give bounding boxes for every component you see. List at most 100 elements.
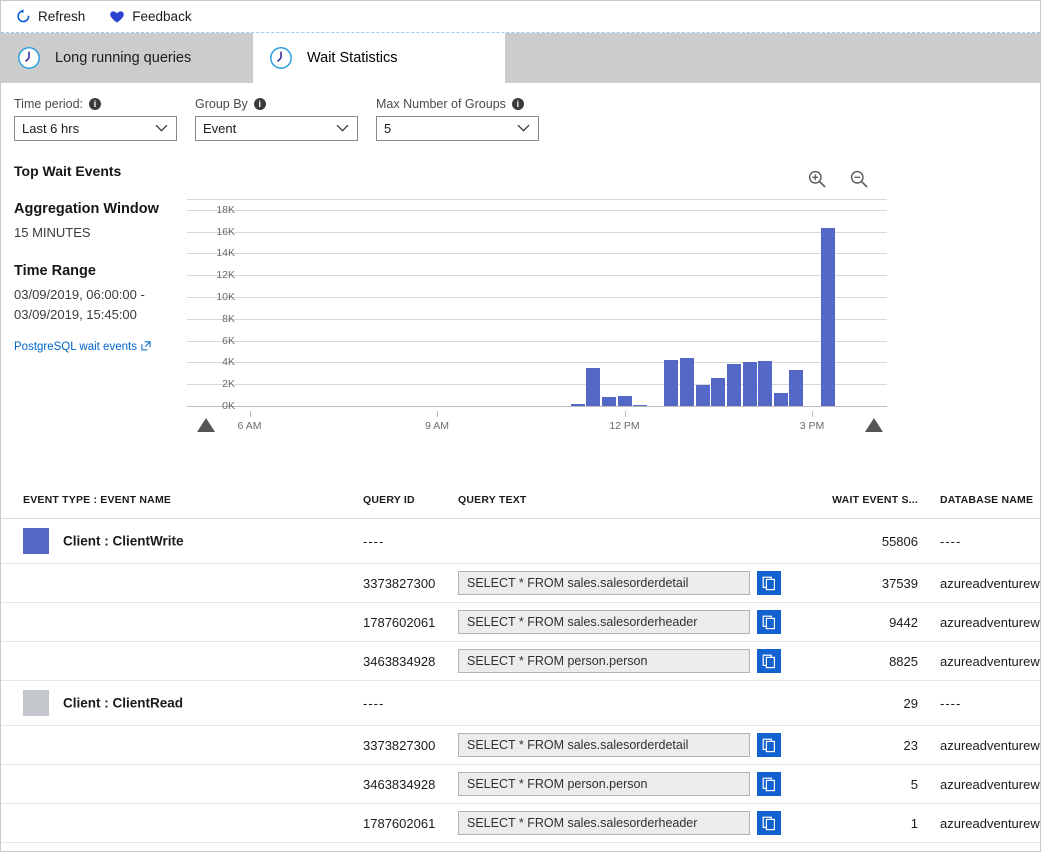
cell-query-text	[458, 518, 788, 564]
wait-statistics-page: Refresh Feedback Long running queries Wa…	[0, 0, 1041, 852]
chart-bar[interactable]	[570, 404, 585, 406]
table-row[interactable]: 3463834928 SELECT * FROM person.person 882…	[1, 641, 1040, 681]
column-header-query-id[interactable]: QUERY ID	[363, 482, 458, 519]
chart-bar[interactable]	[711, 377, 726, 406]
table-row[interactable]: Client : ClientRead ---- 29 ----	[1, 680, 1040, 726]
chart-bar[interactable]	[742, 361, 757, 406]
refresh-button[interactable]: Refresh	[15, 1, 97, 32]
cell-query-id: 1787602061	[363, 602, 458, 642]
x-axis-tick	[812, 411, 813, 417]
time-period-value: Last 6 hrs	[22, 121, 80, 136]
cell-event	[1, 803, 363, 843]
max-groups-select[interactable]: 5	[376, 116, 539, 141]
tab-wait-statistics[interactable]: Wait Statistics	[253, 33, 505, 83]
time-range-value: 03/09/2019, 06:00:00 - 03/09/2019, 15:45…	[14, 286, 145, 322]
zoom-in-icon[interactable]	[807, 169, 827, 189]
cell-query-text: SELECT * FROM sales.salesorderdetail	[458, 563, 788, 603]
range-handle-left[interactable]	[197, 418, 215, 432]
column-header-database-name[interactable]: DATABASE NAME	[940, 482, 1040, 519]
chart-bar[interactable]	[633, 405, 648, 406]
postgresql-wait-events-link[interactable]: PostgreSQL wait events	[14, 341, 151, 354]
column-header-wait-event-s[interactable]: WAIT EVENT S...	[788, 482, 940, 519]
chart-info-panel: Top Wait Events Aggregation Window 15 MI…	[14, 163, 179, 354]
table-row[interactable]: 3373827300 SELECT * FROM sales.salesorder…	[1, 725, 1040, 765]
filter-group-by: Group By i Event	[195, 97, 358, 141]
info-icon[interactable]: i	[89, 98, 102, 110]
info-icon[interactable]: i	[511, 98, 524, 110]
refresh-label: Refresh	[38, 9, 86, 24]
info-icon[interactable]: i	[253, 98, 266, 110]
chart-bar[interactable]	[773, 392, 788, 406]
query-text-field[interactable]: SELECT * FROM sales.salesorderheader	[458, 610, 750, 634]
cell-event	[1, 563, 363, 603]
group-by-select[interactable]: Event	[195, 116, 358, 141]
cell-wait-event-seconds: 9442	[788, 602, 940, 642]
table-row[interactable]: 3373827300 SELECT * FROM sales.salesorder…	[1, 563, 1040, 603]
command-bar: Refresh Feedback	[1, 1, 1040, 32]
feedback-button[interactable]: Feedback	[109, 1, 203, 32]
query-text-field[interactable]: SELECT * FROM person.person	[458, 649, 750, 673]
clock-icon	[17, 46, 41, 70]
x-axis-tick-label: 6 AM	[237, 420, 262, 432]
chart-bar[interactable]	[617, 395, 632, 406]
database-name-text: azureadventurewor...	[940, 815, 1040, 831]
column-header-event[interactable]: EVENT TYPE : EVENT NAME	[1, 482, 363, 519]
time-period-select[interactable]: Last 6 hrs	[14, 116, 177, 141]
chevron-down-icon	[336, 120, 349, 135]
chart-bar[interactable]	[680, 358, 694, 406]
cell-query-text	[458, 680, 788, 726]
zoom-out-icon[interactable]	[849, 169, 869, 189]
copy-icon[interactable]	[757, 733, 781, 757]
table-row[interactable]: 1787602061 SELECT * FROM sales.salesorder…	[1, 803, 1040, 843]
query-text-field[interactable]: SELECT * FROM sales.salesorderheader	[458, 811, 750, 835]
cell-database-name: azureadventurewor...	[940, 725, 1040, 765]
chart-bar[interactable]	[789, 369, 804, 406]
page-title: Top Wait Events	[14, 163, 122, 179]
copy-icon[interactable]	[757, 649, 781, 673]
chart-bar[interactable]	[726, 363, 741, 406]
copy-icon[interactable]	[757, 772, 781, 796]
cell-wait-event-seconds: 55806	[788, 518, 940, 564]
group-by-label-row: Group By i	[195, 97, 358, 111]
time-range-heading: Time Range	[14, 262, 96, 279]
chart-bar[interactable]	[664, 360, 679, 406]
chart-bar[interactable]	[758, 360, 773, 406]
external-link-icon	[141, 341, 151, 354]
query-text-group: SELECT * FROM person.person	[458, 772, 788, 796]
range-handle-right[interactable]	[865, 418, 883, 432]
table-row[interactable]: 1787602061 SELECT * FROM sales.salesorder…	[1, 602, 1040, 642]
group-by-value: Event	[203, 121, 237, 136]
cell-query-id: 3463834928	[363, 641, 458, 681]
group-by-label: Group By	[195, 97, 248, 111]
cell-query-id: 1787602061	[363, 803, 458, 843]
max-groups-value: 5	[384, 121, 392, 136]
column-header-query-text[interactable]: QUERY TEXT	[458, 482, 788, 519]
table-row[interactable]: 3463834928 SELECT * FROM person.person 5 az…	[1, 764, 1040, 804]
copy-icon[interactable]	[757, 571, 781, 595]
aggregation-window-value: 15 MINUTES	[14, 225, 91, 240]
x-axis-tick	[437, 411, 438, 417]
copy-icon[interactable]	[757, 811, 781, 835]
copy-icon[interactable]	[757, 610, 781, 634]
tab-long-running-queries[interactable]: Long running queries	[1, 33, 253, 83]
query-text-field[interactable]: SELECT * FROM sales.salesorderdetail	[458, 733, 750, 757]
query-text-field[interactable]: SELECT * FROM sales.salesorderdetail	[458, 571, 750, 595]
chart-bar[interactable]	[601, 396, 616, 406]
cell-query-text: SELECT * FROM person.person	[458, 641, 788, 681]
chart-bar[interactable]	[820, 228, 835, 406]
cell-event	[1, 641, 363, 681]
query-text-field[interactable]: SELECT * FROM person.person	[458, 772, 750, 796]
chart-bar[interactable]	[586, 368, 601, 406]
cell-wait-event-seconds: 29	[788, 680, 940, 726]
chart-plot-area: 0K 2K 4K 6K 8K 10K 12K 14K 16K 18K	[187, 199, 887, 412]
cell-query-text: SELECT * FROM person.person	[458, 764, 788, 804]
chart-block: Top Wait Events Aggregation Window 15 MI…	[1, 163, 1040, 448]
cell-database-name: ----	[940, 680, 1040, 726]
x-axis-tick	[249, 411, 251, 417]
legend-swatch	[23, 528, 49, 554]
x-axis-tick	[624, 411, 626, 417]
chart-bar[interactable]	[695, 385, 710, 406]
table-row[interactable]: Client : ClientWrite ---- 55806 ----	[1, 518, 1040, 564]
max-groups-label-row: Max Number of Groups i	[376, 97, 539, 111]
cell-query-text: SELECT * FROM sales.salesorderheader	[458, 602, 788, 642]
